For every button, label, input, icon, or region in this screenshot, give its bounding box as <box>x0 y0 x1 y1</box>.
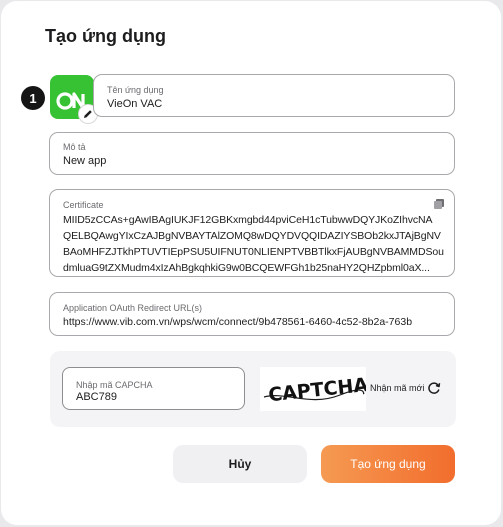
certificate-line: QELBQAwgYIxCzAJBgNVBAYTAlZOMQ8wDQYDVQQID… <box>63 230 441 242</box>
certificate-label: Certificate <box>63 200 104 210</box>
captcha-image-text: CAPTCHA <box>267 374 366 406</box>
description-value: New app <box>63 155 107 167</box>
app-name-field[interactable]: Tên ứng dụng VieOn VAC <box>93 74 455 117</box>
certificate-field[interactable]: Certificate MIID5zCCAs+gAwIBAgIUKJF12GBK… <box>49 189 455 277</box>
redirect-url-field[interactable]: Application OAuth Redirect URL(s) https:… <box>49 292 455 336</box>
app-name-label: Tên ứng dụng <box>107 85 164 95</box>
refresh-captcha-label[interactable]: Nhận mã mới <box>370 383 424 393</box>
certificate-line: BAoMHFZJTkhPTUVTIEpPSU5UIFNUT0NLIENPTVBB… <box>63 246 444 258</box>
certificate-line: MIID5zCCAs+gAwIBAgIUKJF12GBKxmgbd44pviCe… <box>63 214 433 226</box>
description-label: Mô tả <box>63 142 86 152</box>
captcha-panel: Nhập mã CAPCHA ABC789 CAPTCHA Nhận mã mớ… <box>50 351 456 427</box>
app-name-value: VieOn VAC <box>107 98 163 110</box>
redirect-url-value: https://www.vib.com.vn/wps/wcm/connect/9… <box>63 316 413 328</box>
captcha-label: Nhập mã CAPCHA <box>76 380 153 390</box>
refresh-icon[interactable] <box>427 381 441 395</box>
copy-icon[interactable] <box>434 199 444 209</box>
captcha-input[interactable]: Nhập mã CAPCHA ABC789 <box>62 367 245 410</box>
dialog-title: Tạo ứng dụng <box>45 26 167 46</box>
create-app-dialog: Tạo ứng dụng 1 Tên ứng dụng VieOn VAC Mô… <box>1 1 501 525</box>
captcha-value: ABC789 <box>76 391 117 403</box>
step-badge: 1 <box>21 86 45 110</box>
create-app-button[interactable]: Tạo ứng dụng <box>321 445 455 483</box>
redirect-url-label: Application OAuth Redirect URL(s) <box>63 303 203 313</box>
cancel-button[interactable]: Hủy <box>173 445 307 483</box>
certificate-line: dmluaG9tZXMudm4xIzAhBgkqhkiG9w0BCQEWFGh1… <box>63 262 430 274</box>
captcha-image: CAPTCHA <box>260 367 369 411</box>
description-field[interactable]: Mô tả New app <box>49 132 455 175</box>
